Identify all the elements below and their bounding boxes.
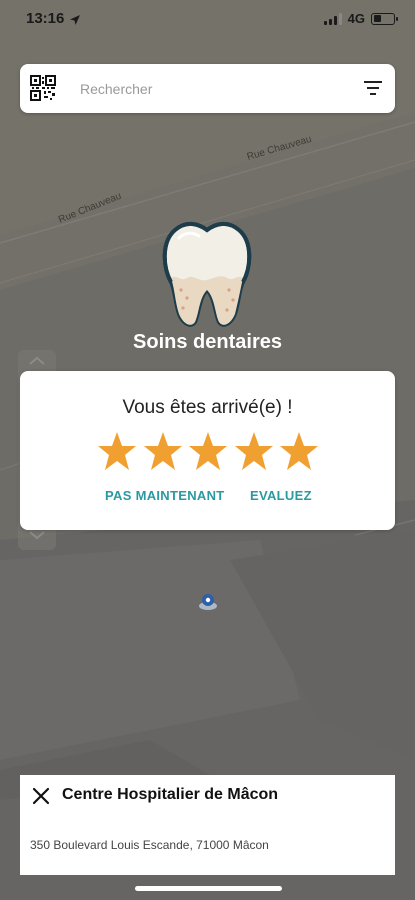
search-input[interactable] bbox=[80, 76, 360, 102]
status-time: 13:16 bbox=[26, 10, 65, 27]
home-indicator[interactable] bbox=[135, 886, 282, 891]
close-icon[interactable] bbox=[32, 787, 50, 805]
place-card: Centre Hospitalier de Mâcon 350 Boulevar… bbox=[20, 775, 395, 875]
category-title: Soins dentaires bbox=[133, 331, 282, 353]
filter-icon[interactable] bbox=[363, 79, 383, 97]
rating-title: Vous êtes arrivé(e) ! bbox=[122, 397, 293, 418]
signal-icon bbox=[323, 12, 342, 25]
qr-code-icon[interactable] bbox=[30, 75, 56, 101]
star-icon[interactable] bbox=[188, 431, 228, 471]
network-type: 4G bbox=[347, 11, 365, 26]
battery-level bbox=[373, 15, 382, 22]
location-arrow-icon bbox=[70, 12, 80, 29]
rating-dialog: Vous êtes arrivé(e) ! PAS MAINTENANT EVA… bbox=[20, 371, 395, 530]
star-rating[interactable] bbox=[97, 431, 319, 471]
star-icon[interactable] bbox=[279, 431, 319, 471]
user-location-marker bbox=[199, 594, 217, 610]
star-icon[interactable] bbox=[97, 431, 137, 471]
tooth-icon bbox=[162, 222, 252, 327]
search-bar bbox=[20, 64, 395, 113]
battery-icon bbox=[371, 12, 398, 25]
place-name[interactable]: Centre Hospitalier de Mâcon bbox=[62, 786, 278, 804]
not-now-button[interactable]: PAS MAINTENANT bbox=[105, 488, 225, 503]
status-indicators: 4G bbox=[323, 11, 398, 26]
status-bar: 13:16 4G bbox=[0, 0, 415, 40]
star-icon[interactable] bbox=[143, 431, 183, 471]
place-address: 350 Boulevard Louis Escande, 71000 Mâcon bbox=[30, 838, 269, 852]
star-icon[interactable] bbox=[234, 431, 274, 471]
rate-button[interactable]: EVALUEZ bbox=[250, 488, 312, 503]
